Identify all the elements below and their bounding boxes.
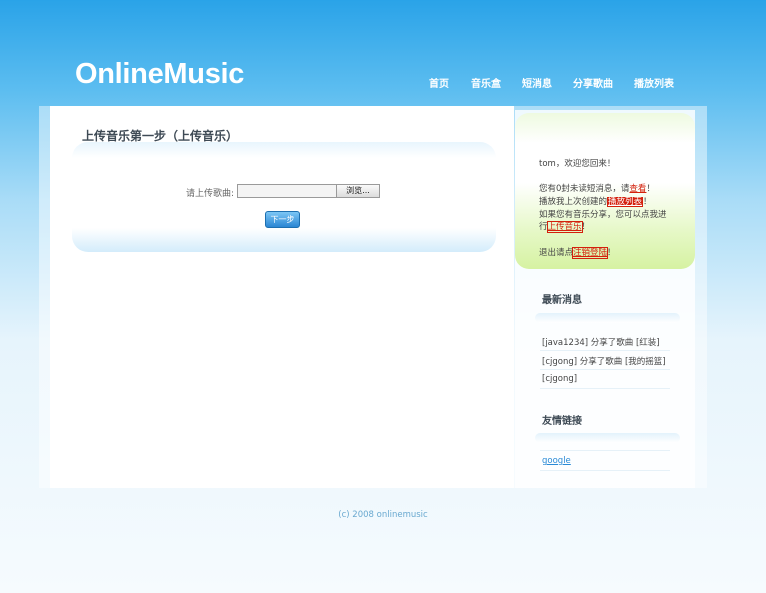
- news-item[interactable]: [java1234] 分享了歌曲 [红装]: [542, 336, 660, 348]
- site-logo: OnlineMusic: [75, 58, 245, 90]
- logout-suffix: ！: [607, 248, 616, 258]
- playlist-line: 播放我上次创建的播放列表！: [539, 195, 652, 207]
- upload-line: 行上传音乐！: [539, 220, 591, 233]
- links-heading: 友情链接: [542, 416, 582, 427]
- nav-playlist[interactable]: 播放列表: [634, 75, 674, 90]
- playlist-text: 播放我上次创建的: [539, 197, 608, 207]
- row-divider: [540, 388, 670, 389]
- links-divider: [535, 433, 680, 443]
- footer-copyright: (c) 2008 onlinemusic: [338, 510, 428, 520]
- row-divider: [540, 369, 670, 370]
- playlist-link[interactable]: 播放列表: [607, 197, 644, 207]
- news-item[interactable]: [cjgong]: [542, 374, 577, 384]
- playlist-suffix: ！: [643, 197, 652, 207]
- unread-text: 您有0封未读短消息，请: [539, 184, 630, 194]
- row-divider: [540, 470, 670, 471]
- next-step-button[interactable]: 下一步: [265, 211, 300, 228]
- unread-line: 您有0封未读短消息，请查看！: [539, 182, 655, 194]
- row-divider: [540, 350, 670, 351]
- logout-text: 退出请点: [539, 248, 574, 258]
- news-item[interactable]: [cjgong] 分享了歌曲 [我的摇篮]: [542, 355, 666, 367]
- news-divider: [535, 313, 680, 323]
- upload-suffix: ！: [581, 222, 591, 232]
- google-link[interactable]: google: [542, 456, 571, 466]
- file-input[interactable]: [237, 184, 337, 198]
- upload-label: 请上传歌曲:: [186, 189, 235, 199]
- welcome-text: tom，欢迎您回来！: [539, 159, 616, 169]
- nav-share-songs[interactable]: 分享歌曲: [573, 75, 613, 90]
- view-messages-link[interactable]: 查看: [629, 184, 646, 194]
- logout-line: 退出请点注销登陆！: [539, 246, 616, 259]
- nav-music-box[interactable]: 音乐盒: [471, 75, 501, 90]
- share-line: 如果您有音乐分享，您可以点我进: [539, 210, 667, 220]
- news-heading: 最新消息: [542, 295, 582, 306]
- browse-button[interactable]: 浏览...: [336, 184, 380, 198]
- unread-suffix: ！: [646, 184, 655, 194]
- nav-home[interactable]: 首页: [429, 75, 449, 90]
- nav-messages[interactable]: 短消息: [522, 75, 552, 90]
- logout-link[interactable]: 注销登陆: [572, 247, 609, 259]
- upload-text: 行: [539, 222, 548, 232]
- row-divider: [540, 450, 670, 451]
- upload-music-link[interactable]: 上传音乐: [546, 221, 583, 233]
